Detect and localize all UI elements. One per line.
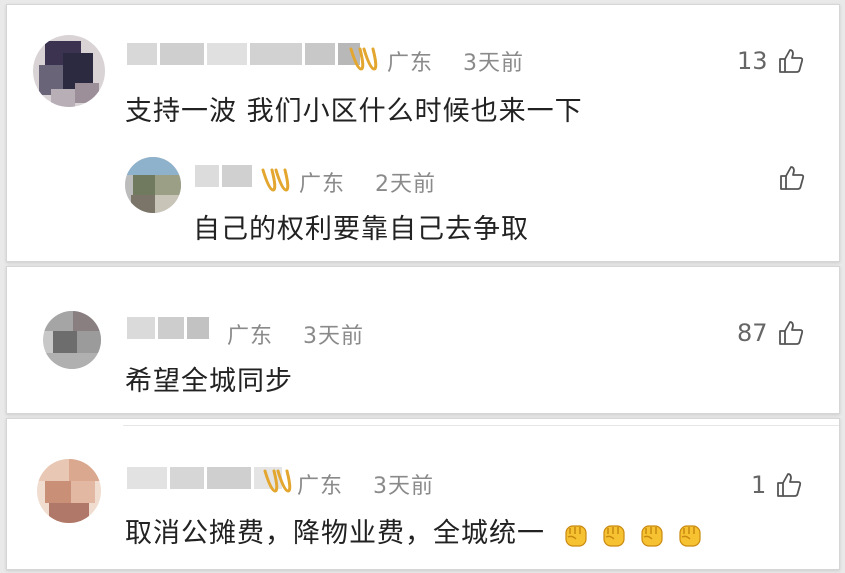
username-blurred[interactable] <box>127 43 363 65</box>
comment-time: 3天前 <box>373 474 435 499</box>
reply-like-button[interactable] <box>779 165 805 191</box>
vip-badge-icon <box>263 469 292 493</box>
avatar[interactable] <box>37 459 101 523</box>
like-button[interactable]: 1 <box>751 471 802 499</box>
comment-text: 取消公摊费，降物业费，全城统一 <box>125 518 545 549</box>
comment-time: 3天前 <box>303 324 365 349</box>
thumbs-up-icon <box>778 321 803 345</box>
emoji-row <box>561 520 705 550</box>
reply-avatar[interactable] <box>125 157 181 213</box>
reply-location: 广东 <box>299 172 346 197</box>
avatar[interactable] <box>33 35 105 107</box>
thumbs-up-icon <box>780 166 805 190</box>
comment-location: 广东 <box>387 51 434 76</box>
comment-time: 3天前 <box>463 51 525 76</box>
like-count: 1 <box>751 471 767 499</box>
comment-card-3: 广东 3天前 取消公摊费，降物业费，全城统一 1 <box>6 418 840 570</box>
divider <box>123 425 839 426</box>
raised-fist-emoji <box>602 524 625 547</box>
raised-fist-emoji <box>678 524 701 547</box>
comment-location: 广东 <box>297 474 344 499</box>
vip-badge-icon <box>261 168 290 192</box>
comment-location: 广东 <box>227 324 274 349</box>
username-blurred[interactable] <box>127 317 212 339</box>
comment-text: 希望全城同步 <box>125 366 293 397</box>
raised-fist-emoji <box>564 524 587 547</box>
thumbs-up-icon <box>778 49 803 73</box>
reply-username-blurred[interactable] <box>195 165 255 187</box>
raised-fist-emoji <box>640 524 663 547</box>
like-count: 13 <box>737 47 768 75</box>
avatar[interactable] <box>43 311 101 369</box>
like-button[interactable]: 13 <box>737 47 804 75</box>
like-button[interactable]: 87 <box>737 319 804 347</box>
reply-text: 自己的权利要靠自己去争取 <box>193 214 529 245</box>
reply-time: 2天前 <box>375 172 437 197</box>
like-count: 87 <box>737 319 768 347</box>
comment-text: 支持一波 我们小区什么时候也来一下 <box>125 96 583 127</box>
comment-card-1: 广东 3天前 支持一波 我们小区什么时候也来一下 13 广东 2天前 自己的权利… <box>6 4 840 262</box>
thumbs-up-icon <box>777 473 802 497</box>
vip-badge-icon <box>349 47 378 71</box>
comment-card-2: 广东 3天前 希望全城同步 87 <box>6 266 840 414</box>
